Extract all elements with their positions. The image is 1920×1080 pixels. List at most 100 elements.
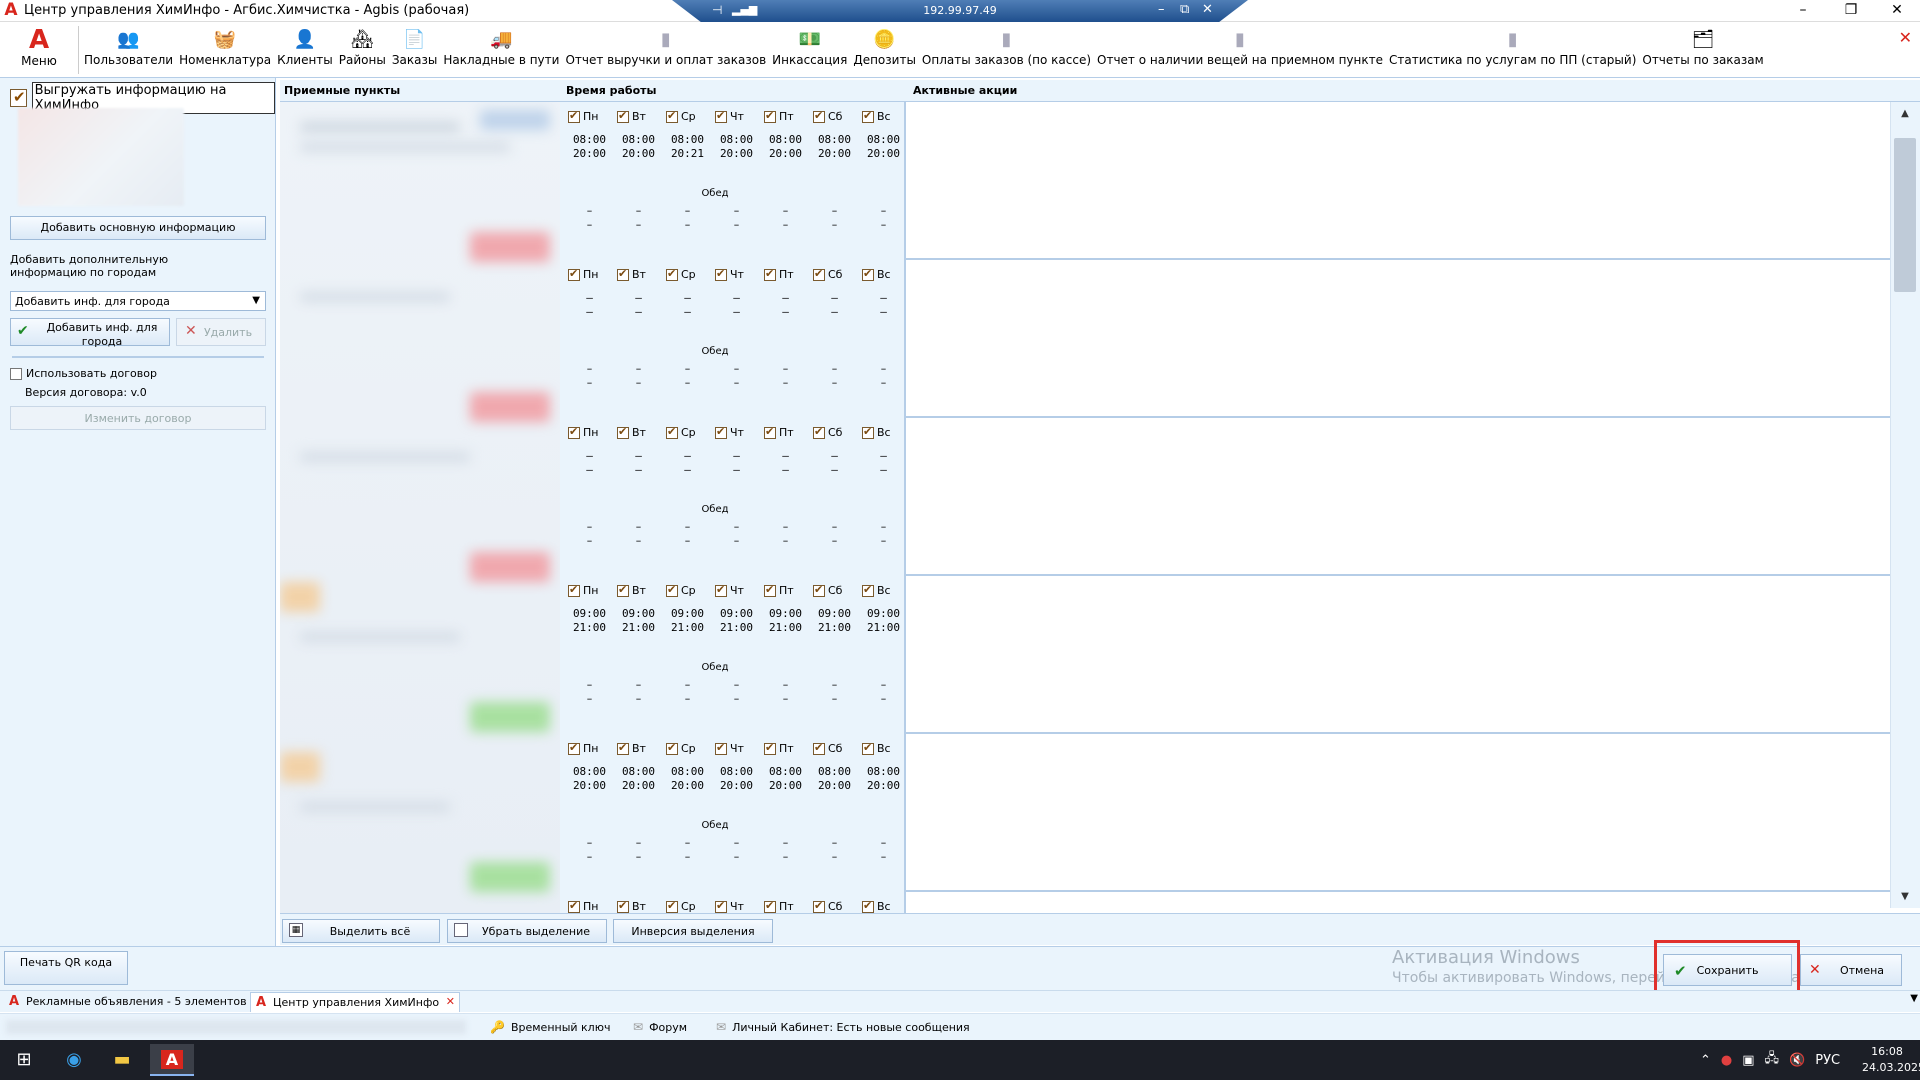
toolbar-nomenclature[interactable]: 🧺 Номенклатура [179,28,271,76]
day-checkbox-mon[interactable]: Пн [568,741,604,755]
delete-button[interactable]: ✕ Удалить [176,318,266,346]
day-checkbox-wed[interactable]: Ср [666,899,702,913]
point-row[interactable]: Пн Вт Ср Чт Пт Сб Вс 09:00 21:00 09:00 2… [560,576,1906,734]
rdp-minimize-icon[interactable]: – [1158,2,1165,17]
grid-scrollbar[interactable]: ▲ ▼ [1890,102,1920,908]
rdp-restore-icon[interactable]: ⧉ [1180,2,1189,17]
point-row[interactable]: Пн Вт Ср Чт Пт Сб Вс – – – – – – – – – –… [560,260,1906,418]
toolbar-collection[interactable]: 💵 Инкассация [772,28,847,76]
day-checkbox-sun[interactable]: Вс [862,425,898,439]
toolbar-order-reports[interactable]: 🗂 Отчеты по заказам [1642,28,1763,76]
day-checkbox-thu[interactable]: Чт [715,267,751,281]
day-checkbox-sat[interactable]: Сб [813,425,849,439]
day-checkbox-thu[interactable]: Чт [715,583,751,597]
day-checkbox-fri[interactable]: Пт [764,425,800,439]
close-tab-icon[interactable]: ✕ [446,995,455,1008]
tab-chiminfo[interactable]: A Центр управления ХимИнфо ✕ [250,992,460,1012]
temp-key-status[interactable]: 🔑 Временный ключ [490,1020,610,1034]
day-checkbox-thu[interactable]: Чт [715,109,751,123]
toolbar-services-stats[interactable]: ▮ Статистика по услугам по ПП (старый) [1389,28,1636,76]
day-checkbox-wed[interactable]: Ср [666,741,702,755]
use-contract-checkbox[interactable]: Использовать договор [10,367,157,380]
scroll-up-icon[interactable]: ▲ [1891,108,1919,119]
app-tray-icon[interactable]: ● [1721,1053,1732,1068]
day-checkbox-tue[interactable]: Вт [617,583,653,597]
volume-muted-icon[interactable]: 🔇 [1789,1053,1805,1068]
day-checkbox-tue[interactable]: Вт [617,267,653,281]
day-checkbox-tue[interactable]: Вт [617,741,653,755]
day-checkbox-wed[interactable]: Ср [666,267,702,281]
tabs-dropdown-icon[interactable]: ▼ [1910,993,1918,1004]
toolbar-users[interactable]: 👥 Пользователи [84,28,173,76]
day-checkbox-wed[interactable]: Ср [666,425,702,439]
day-checkbox-sun[interactable]: Вс [862,583,898,597]
toolbar-orders[interactable]: 📄 Заказы [392,28,438,76]
scrollbar-thumb[interactable] [1894,138,1916,292]
day-checkbox-sun[interactable]: Вс [862,741,898,755]
day-checkbox-sat[interactable]: Сб [813,109,849,123]
add-main-info-button[interactable]: Добавить основную информацию [10,216,266,240]
point-row[interactable]: Пн Вт Ср Чт Пт Сб Вс 08:00 20:00 08:00 2… [560,734,1906,892]
day-checkbox-sun[interactable]: Вс [862,109,898,123]
menu-button[interactable]: A Меню [10,26,68,74]
clear-selection-button[interactable]: Убрать выделение [447,919,607,943]
city-select[interactable]: Добавить инф. для города ▼ [10,291,266,311]
camera-icon[interactable]: ▣ [1742,1053,1754,1068]
column-header-work-time[interactable]: Время работы [566,84,656,97]
toolbar-clients[interactable]: 👤 Клиенты [277,28,333,76]
day-checkbox-fri[interactable]: Пт [764,583,800,597]
rdp-close-icon[interactable]: ✕ [1202,2,1213,17]
edit-contract-button[interactable]: Изменить договор [10,406,266,430]
day-checkbox-mon[interactable]: Пн [568,267,604,281]
day-checkbox-mon[interactable]: Пн [568,899,604,913]
day-checkbox-sun[interactable]: Вс [862,899,898,913]
toolbar-items-report[interactable]: ▮ Отчет о наличии вещей на приемном пункт… [1097,28,1383,76]
day-checkbox-wed[interactable]: Ср [666,583,702,597]
day-checkbox-thu[interactable]: Чт [715,899,751,913]
invert-selection-button[interactable]: Инверсия выделения [613,919,773,943]
scroll-down-icon[interactable]: ▼ [1891,891,1919,902]
file-explorer-icon[interactable]: ▬ [100,1044,144,1076]
close-window-button[interactable]: ✕ [1882,1,1912,21]
windows-start-icon[interactable]: ⊞ [2,1044,46,1076]
close-tab-icon[interactable]: ✕ [1899,28,1912,47]
day-checkbox-wed[interactable]: Ср [666,109,702,123]
toolbar-waybills[interactable]: 🚚 Накладные в пути [443,28,559,76]
add-city-info-button[interactable]: ✔ Добавить инф. для города [10,318,170,348]
day-checkbox-sat[interactable]: Сб [813,583,849,597]
day-checkbox-tue[interactable]: Вт [617,899,653,913]
toolbar-districts[interactable]: 🏘 Районы [339,28,386,76]
day-checkbox-mon[interactable]: Пн [568,425,604,439]
chevron-up-icon[interactable]: ⌃ [1700,1053,1711,1068]
system-clock[interactable]: 16:08 24.03.2025 [1862,1044,1920,1076]
select-all-button[interactable]: ▦ Выделить всё [282,919,440,943]
day-checkbox-sat[interactable]: Сб [813,741,849,755]
toolbar-revenue-report[interactable]: ▮ Отчет выручки и оплат заказов [565,28,766,76]
column-header-promos[interactable]: Активные акции [913,84,1017,97]
day-checkbox-fri[interactable]: Пт [764,109,800,123]
day-checkbox-sun[interactable]: Вс [862,267,898,281]
day-checkbox-fri[interactable]: Пт [764,899,800,913]
cabinet-link[interactable]: ✉ Личный Кабинет: Есть новые сообщения [716,1020,970,1034]
tab-ads[interactable]: A Рекламные объявления - 5 элементов [4,992,251,1012]
network-icon[interactable]: 🖧 [1765,1049,1780,1071]
forum-link[interactable]: ✉ Форум [633,1020,687,1034]
minimize-button[interactable]: – [1788,1,1818,21]
day-checkbox-fri[interactable]: Пт [764,267,800,281]
agbis-taskbar-icon[interactable]: A [150,1044,194,1076]
day-checkbox-mon[interactable]: Пн [568,583,604,597]
language-indicator[interactable]: РУС [1815,1053,1840,1068]
point-row[interactable]: Пн Вт Ср Чт Пт Сб Вс 08:00 20:00 08:00 2… [560,102,1906,260]
cancel-button[interactable]: ✕ Отмена [1800,954,1902,986]
day-checkbox-thu[interactable]: Чт [715,425,751,439]
edge-icon[interactable]: ◉ [52,1044,96,1076]
day-checkbox-sat[interactable]: Сб [813,267,849,281]
column-header-points[interactable]: Приемные пункты [284,84,400,97]
print-qr-button[interactable]: Печать QR кода [4,951,128,985]
day-checkbox-sat[interactable]: Сб [813,899,849,913]
day-checkbox-mon[interactable]: Пн [568,109,604,123]
toolbar-order-payments[interactable]: ▮ Оплаты заказов (по кассе) [922,28,1091,76]
day-checkbox-thu[interactable]: Чт [715,741,751,755]
day-checkbox-tue[interactable]: Вт [617,109,653,123]
toolbar-deposits[interactable]: 🪙 Депозиты [853,28,916,76]
